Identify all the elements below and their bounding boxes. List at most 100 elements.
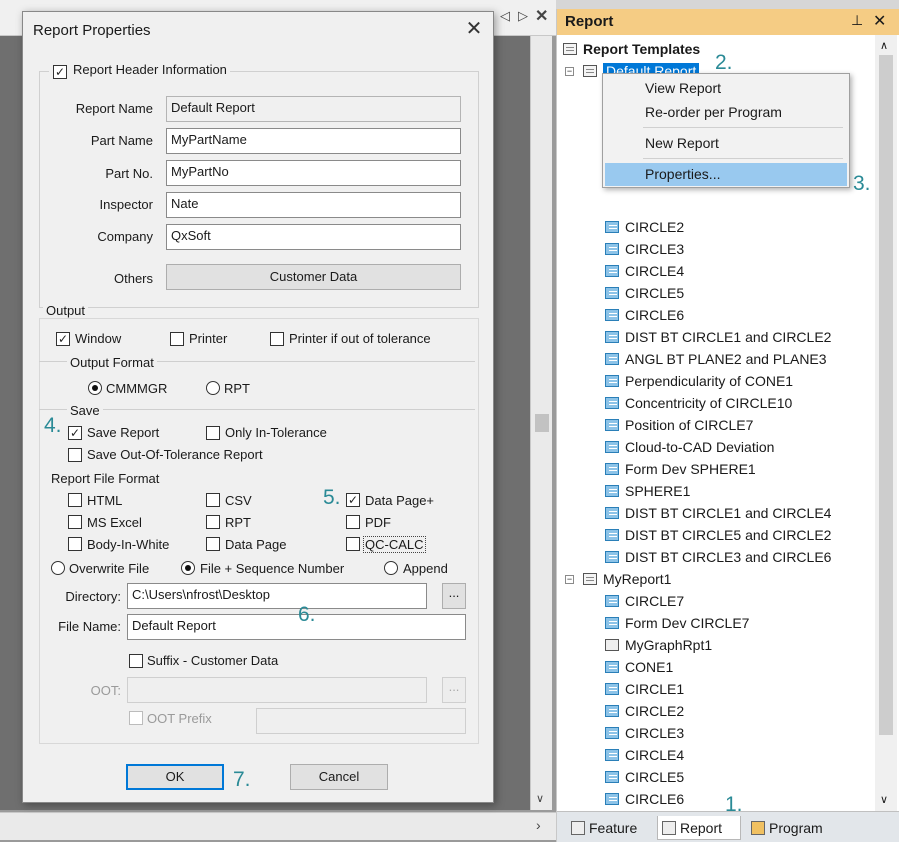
tree-item[interactable]: CONE1 <box>605 656 673 678</box>
ms-excel-checkbox[interactable] <box>68 515 82 529</box>
company-field[interactable]: QxSoft <box>166 224 461 250</box>
tree-item-label: CIRCLE2 <box>625 219 685 235</box>
directory-browse-button[interactable]: ... <box>442 583 466 609</box>
save-report-checkbox[interactable]: ✓ <box>68 426 82 440</box>
directory-label: Directory: <box>65 589 121 604</box>
part-name-field[interactable]: MyPartName <box>166 128 461 154</box>
rpt-radio[interactable] <box>206 381 220 395</box>
file-name-label: File Name: <box>58 619 121 634</box>
tree-item[interactable]: DIST BT CIRCLE1 and CIRCLE2 <box>605 326 831 348</box>
collapse-icon[interactable]: − <box>565 67 574 76</box>
nav-left-icon[interactable]: ◁ <box>500 8 510 24</box>
scroll-down-icon[interactable]: ∨ <box>880 793 888 806</box>
report-name-field[interactable]: Default Report <box>166 96 461 122</box>
pdf-label: PDF <box>365 515 391 530</box>
pdf-checkbox[interactable] <box>346 515 360 529</box>
tree-item-label: DIST BT CIRCLE1 and CIRCLE4 <box>625 505 832 521</box>
tree-item[interactable]: Concentricity of CIRCLE10 <box>605 392 792 414</box>
ok-button[interactable]: OK <box>126 764 224 790</box>
tree-item[interactable]: DIST BT CIRCLE3 and CIRCLE6 <box>605 546 831 568</box>
scroll-down-icon[interactable]: ∨ <box>536 792 544 805</box>
nav-right-icon[interactable]: ▷ <box>518 8 528 24</box>
header-info-checkbox[interactable]: ✓ <box>53 65 67 79</box>
tree-item-label: Perpendicularity of CONE1 <box>625 373 794 389</box>
data-page-plus-label: Data Page+ <box>365 493 435 508</box>
workspace-close-icon[interactable]: ✕ <box>535 6 548 26</box>
rpt-checkbox[interactable] <box>206 515 220 529</box>
tree-item[interactable]: CIRCLE4 <box>605 744 684 766</box>
scroll-thumb[interactable] <box>535 414 549 432</box>
tab-report[interactable]: Report <box>657 816 741 840</box>
tree-item[interactable]: DIST BT CIRCLE5 and CIRCLE2 <box>605 524 831 546</box>
tab-program[interactable]: Program <box>747 816 847 840</box>
scroll-up-icon[interactable]: ∧ <box>880 39 888 52</box>
tree-item[interactable]: CIRCLE7 <box>605 590 684 612</box>
tree-item[interactable]: CIRCLE5 <box>605 766 684 788</box>
menu-item-new-report[interactable]: New Report <box>605 132 847 155</box>
oot-label: OOT: <box>90 683 121 698</box>
tree-item[interactable]: CIRCLE6 <box>605 788 684 810</box>
save-oot-checkbox[interactable] <box>68 448 82 462</box>
close-icon[interactable]: ✕ <box>463 18 485 40</box>
tree-item[interactable]: CIRCLE6 <box>605 304 684 326</box>
menu-item-view-report[interactable]: View Report <box>605 77 847 100</box>
inspector-field[interactable]: Nate <box>166 192 461 218</box>
tree-root[interactable]: Report Templates <box>563 38 700 60</box>
tree-item[interactable]: Form Dev CIRCLE7 <box>605 612 749 634</box>
menu-item-properties[interactable]: Properties... <box>605 163 847 186</box>
qc-calc-checkbox[interactable] <box>346 537 360 551</box>
tree-item[interactable]: DIST BT CIRCLE1 and CIRCLE4 <box>605 502 831 524</box>
csv-checkbox[interactable] <box>206 493 220 507</box>
tree-item-label: CIRCLE6 <box>625 791 685 807</box>
file-seq-radio[interactable] <box>181 561 195 575</box>
tree-item[interactable]: CIRCLE2 <box>605 216 684 238</box>
tree-item[interactable]: Form Dev SPHERE1 <box>605 458 756 480</box>
tab-label: Program <box>769 820 823 836</box>
table-icon <box>605 375 619 387</box>
tree-item-label: CIRCLE3 <box>625 241 685 257</box>
only-in-tolerance-checkbox[interactable] <box>206 426 220 440</box>
menu-item-reorder[interactable]: Re-order per Program <box>605 101 847 124</box>
tree-item[interactable]: CIRCLE4 <box>605 260 684 282</box>
html-checkbox[interactable] <box>68 493 82 507</box>
tree-item[interactable]: MyGraphRpt1 <box>605 634 712 656</box>
append-radio[interactable] <box>384 561 398 575</box>
customer-data-button[interactable]: Customer Data <box>166 264 461 290</box>
tree-item-myreport1[interactable]: MyReport1 <box>583 568 671 590</box>
tree-item[interactable]: Position of CIRCLE7 <box>605 414 753 436</box>
tree-item[interactable]: CIRCLE1 <box>605 678 684 700</box>
window-checkbox[interactable]: ✓ <box>56 332 70 346</box>
tree-item[interactable]: Cloud-to-CAD Deviation <box>605 436 774 458</box>
data-page-checkbox[interactable] <box>206 537 220 551</box>
close-icon[interactable]: ✕ <box>873 11 886 31</box>
part-no-field[interactable]: MyPartNo <box>166 160 461 186</box>
pin-icon[interactable]: ⊥ <box>851 12 863 29</box>
collapse-icon[interactable]: − <box>565 575 574 584</box>
cmmmgr-radio[interactable] <box>88 381 102 395</box>
save-label: Save <box>67 403 103 418</box>
tree-item-label: DIST BT CIRCLE1 and CIRCLE2 <box>625 329 832 345</box>
tree-item[interactable]: SPHERE1 <box>605 480 690 502</box>
suffix-checkbox[interactable] <box>129 654 143 668</box>
tree-item[interactable]: CIRCLE5 <box>605 282 684 304</box>
printer-checkbox[interactable] <box>170 332 184 346</box>
overwrite-radio[interactable] <box>51 561 65 575</box>
printer-oot-checkbox[interactable] <box>270 332 284 346</box>
tree-item[interactable]: CIRCLE3 <box>605 238 684 260</box>
tab-feature[interactable]: Feature <box>567 816 653 840</box>
tree-item[interactable]: CIRCLE2 <box>605 700 684 722</box>
scroll-right-icon[interactable]: › <box>536 817 541 833</box>
directory-field[interactable]: C:\Users\nfrost\Desktop <box>127 583 427 609</box>
tree-item[interactable]: ANGL BT PLANE2 and PLANE3 <box>605 348 827 370</box>
tree-item[interactable]: Perpendicularity of CONE1 <box>605 370 793 392</box>
workspace-horizontal-scrollbar[interactable]: › <box>0 812 556 840</box>
cancel-button[interactable]: Cancel <box>290 764 388 790</box>
data-page-plus-checkbox[interactable]: ✓ <box>346 493 360 507</box>
workspace-vertical-scrollbar[interactable]: ∨ <box>530 36 552 810</box>
tree-vertical-scrollbar[interactable]: ∧ ∨ <box>875 35 897 811</box>
data-page-label: Data Page <box>225 537 287 552</box>
file-name-field[interactable]: Default Report <box>127 614 466 640</box>
scroll-thumb[interactable] <box>879 55 893 735</box>
tree-item[interactable]: CIRCLE3 <box>605 722 684 744</box>
body-in-white-checkbox[interactable] <box>68 537 82 551</box>
